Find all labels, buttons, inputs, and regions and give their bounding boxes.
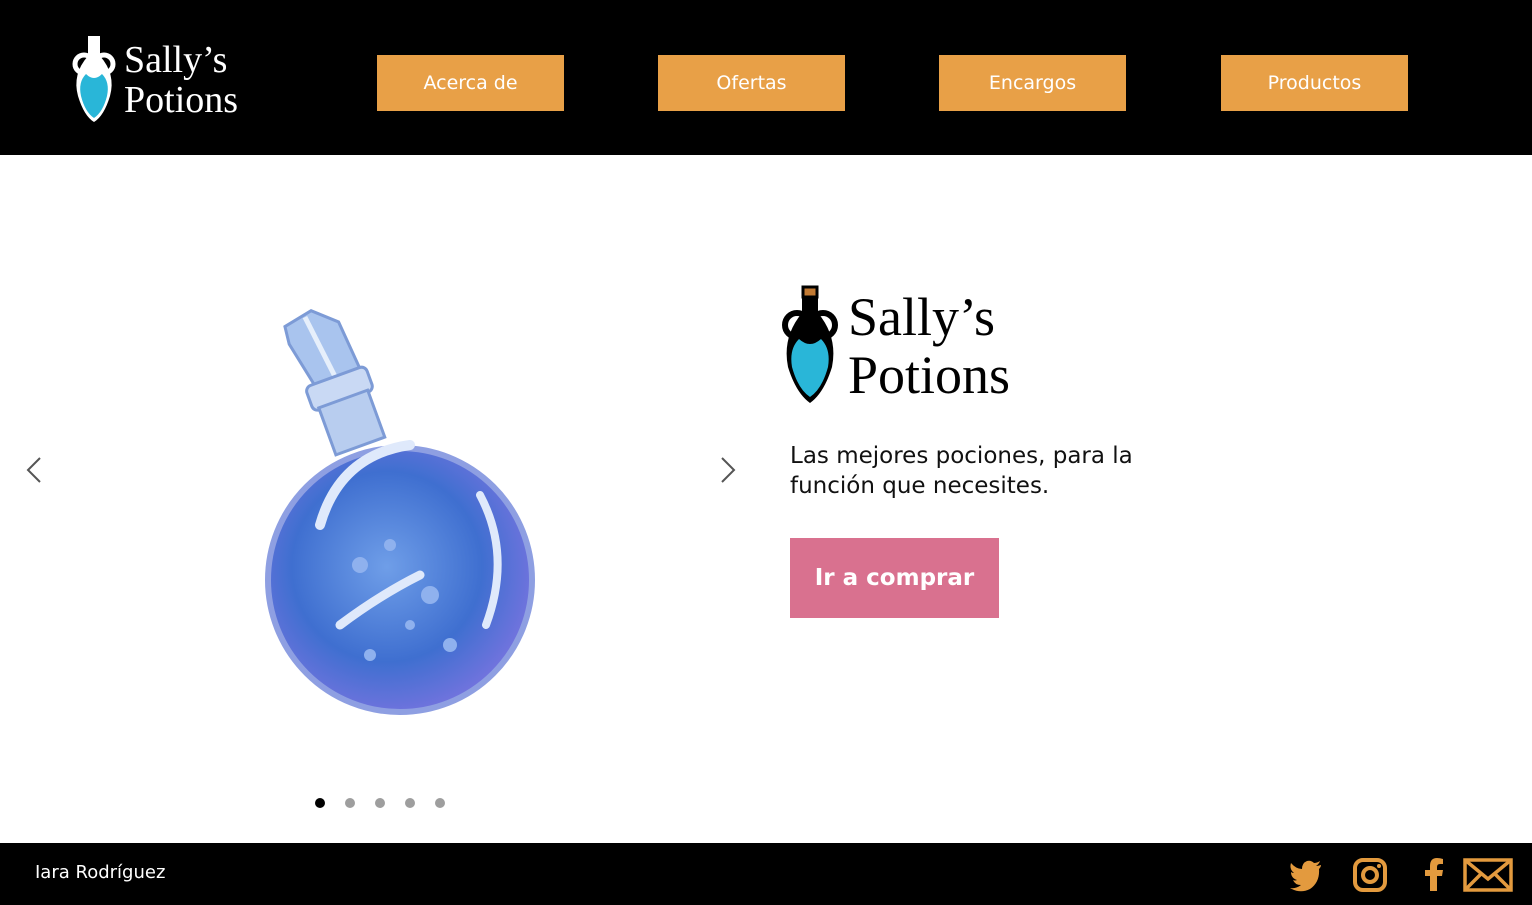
hero-brand-logo: Sally’s Potions: [780, 285, 1010, 407]
potion-bottle-image: [265, 309, 535, 715]
hero-brand-name: Sally’s Potions: [848, 288, 1010, 404]
hero-brand-line1: Sally’s: [848, 287, 996, 347]
carousel-dot[interactable]: [375, 798, 385, 808]
site-header: Sally’s Potions Acerca de Ofertas Encarg…: [0, 0, 1532, 155]
hero-brand-line2: Potions: [848, 345, 1011, 405]
nav-offers-button[interactable]: Ofertas: [658, 55, 845, 111]
instagram-icon[interactable]: [1352, 857, 1388, 893]
potion-logo-icon: [782, 285, 838, 403]
nav-about-button[interactable]: Acerca de: [377, 55, 564, 111]
carousel-dot[interactable]: [435, 798, 445, 808]
hero-tagline: Las mejores pociones, para la función qu…: [790, 443, 1133, 499]
carousel-dot[interactable]: [405, 798, 415, 808]
brand-logo[interactable]: Sally’s Potions: [70, 34, 238, 126]
chevron-left-icon[interactable]: [20, 455, 50, 485]
nav-products-button[interactable]: Productos: [1221, 55, 1408, 111]
carousel-dot[interactable]: [345, 798, 355, 808]
author-name: Iara Rodríguez: [35, 862, 166, 883]
brand-name: Sally’s Potions: [124, 40, 238, 120]
carousel-indicators: [315, 798, 445, 808]
mail-icon[interactable]: [1463, 857, 1513, 893]
brand-line2: Potions: [124, 79, 239, 121]
hero-carousel: Sally’s Potions Las mejores pociones, pa…: [0, 155, 1532, 843]
twitter-icon[interactable]: [1288, 857, 1324, 893]
carousel-dot[interactable]: [315, 798, 325, 808]
nav-orders-button[interactable]: Encargos: [939, 55, 1126, 111]
brand-line1: Sally’s: [124, 39, 228, 81]
shop-now-button[interactable]: Ir a comprar: [790, 538, 999, 618]
chevron-right-icon[interactable]: [712, 455, 742, 485]
facebook-icon[interactable]: [1416, 857, 1452, 893]
site-footer: Iara Rodríguez: [0, 843, 1532, 905]
potion-logo-icon: [72, 36, 116, 122]
